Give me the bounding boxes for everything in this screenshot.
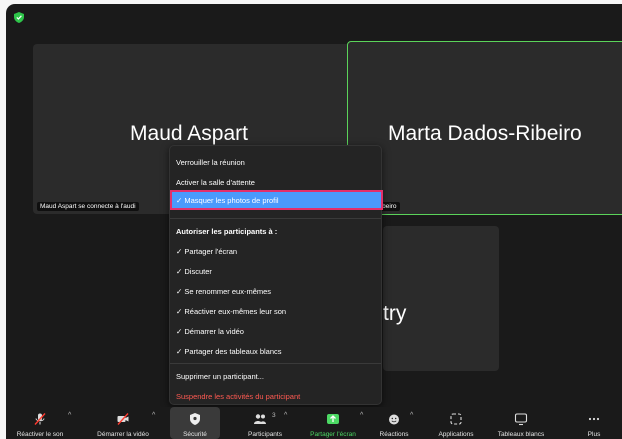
- participant-name: Marta Dados-Ribeiro: [388, 122, 582, 145]
- menu-section-header: Autoriser les participants à :: [176, 227, 278, 236]
- apps-icon: [450, 413, 462, 425]
- participant-tile-third[interactable]: try: [383, 226, 499, 371]
- chevron-up-icon[interactable]: ^: [360, 412, 363, 419]
- unmute-label: Réactiver le son: [16, 431, 64, 438]
- menu-divider: [170, 218, 381, 219]
- share-screen-icon: [327, 414, 339, 424]
- shield-icon: [190, 413, 200, 425]
- menu-item-start-video[interactable]: ✓ Démarrer la vidéo: [176, 327, 244, 336]
- menu-item-lock-meeting[interactable]: Verrouiller la réunion: [176, 158, 245, 167]
- participants-button[interactable]: 3 ^ Participants: [232, 407, 298, 439]
- meeting-window: Maud Aspart Maud Aspart se connecte à l'…: [6, 4, 622, 439]
- start-video-button[interactable]: ^ Démarrer la vidéo: [86, 407, 160, 439]
- participant-tile-marta[interactable]: Marta Dados-Ribeiro Dados-Ribeiro: [347, 41, 622, 215]
- menu-item-label: ✓ Masquer les photos de profil: [176, 196, 279, 205]
- menu-item-remove-participant[interactable]: Supprimer un participant...: [176, 372, 264, 381]
- security-menu: Verrouiller la réunion Activer la salle …: [169, 145, 383, 405]
- whiteboards-label: Tableaux blancs: [497, 431, 545, 438]
- meeting-toolbar: ^ Réactiver le son ^ Démarrer la vidéo S…: [6, 407, 622, 439]
- chevron-up-icon[interactable]: ^: [410, 412, 413, 419]
- participants-count: 3: [272, 412, 276, 419]
- menu-item-chat[interactable]: ✓ Discuter: [176, 267, 212, 276]
- menu-item-waiting-room[interactable]: Activer la salle d'attente: [176, 178, 255, 187]
- security-button[interactable]: Sécurité: [170, 407, 220, 439]
- apps-label: Applications: [438, 431, 474, 438]
- participant-name: Maud Aspart: [130, 122, 248, 145]
- menu-item-rename-self[interactable]: ✓ Se renommer eux-mêmes: [176, 287, 271, 296]
- smiley-icon: [389, 414, 399, 425]
- menu-item-unmute-self[interactable]: ✓ Réactiver eux-mêmes leur son: [176, 307, 286, 316]
- participants-icon: [254, 414, 266, 424]
- menu-item-suspend-activities[interactable]: Suspendre les activités du participant: [176, 392, 300, 401]
- unmute-button[interactable]: ^ Réactiver le son: [6, 407, 74, 439]
- participant-name: try: [383, 302, 407, 325]
- share-screen-button[interactable]: ^ Partager l'écran: [300, 407, 366, 439]
- apps-button[interactable]: Applications: [426, 407, 486, 439]
- chevron-up-icon[interactable]: ^: [68, 412, 71, 419]
- mic-muted-icon: [34, 413, 46, 425]
- whiteboard-icon: [514, 413, 528, 426]
- chevron-up-icon[interactable]: ^: [152, 412, 155, 419]
- menu-item-hide-profile-pictures[interactable]: ✓ Masquer les photos de profil: [170, 190, 383, 210]
- reactions-button[interactable]: ^ Réactions: [372, 407, 416, 439]
- menu-item-share-whiteboards[interactable]: ✓ Partager des tableaux blancs: [176, 347, 282, 356]
- whiteboards-button[interactable]: Tableaux blancs: [488, 407, 554, 439]
- menu-divider: [170, 363, 381, 364]
- chevron-up-icon[interactable]: ^: [284, 412, 287, 419]
- more-icon: [588, 417, 600, 421]
- security-label: Sécurité: [183, 431, 207, 438]
- share-screen-label: Partager l'écran: [310, 431, 356, 438]
- start-video-label: Démarrer la vidéo: [97, 431, 149, 438]
- reactions-label: Réactions: [379, 431, 409, 438]
- participant-caption: Maud Aspart se connecte à l'audi: [37, 202, 139, 211]
- video-off-icon: [117, 413, 129, 425]
- more-label: Plus: [587, 431, 601, 438]
- encryption-shield-icon[interactable]: [14, 12, 24, 23]
- participants-label: Participants: [248, 431, 282, 438]
- menu-item-share-screen[interactable]: ✓ Partager l'écran: [176, 247, 237, 256]
- more-button[interactable]: Plus: [572, 407, 616, 439]
